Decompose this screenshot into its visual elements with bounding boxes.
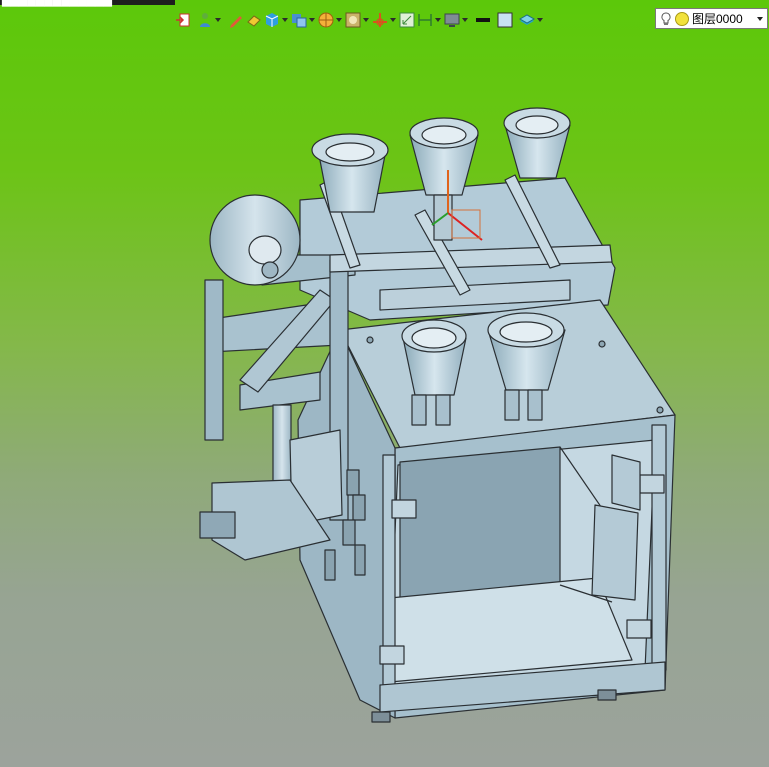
- render-icon: [345, 12, 361, 28]
- electrical-box-right: [591, 504, 639, 601]
- line-width-icon: [476, 18, 490, 22]
- fit-button[interactable]: [399, 9, 415, 31]
- caster-left: [371, 711, 391, 723]
- 3d-viewport[interactable]: [0, 0, 769, 767]
- inner-back-panel: [399, 446, 561, 599]
- caster-right: [597, 689, 617, 701]
- frame-post-right: [651, 424, 667, 671]
- views-icon: [292, 14, 307, 28]
- axis-button[interactable]: [372, 9, 397, 31]
- axis-icon: [373, 13, 387, 27]
- chevron-down-icon[interactable]: [280, 12, 289, 28]
- cube-icon: [265, 13, 279, 27]
- dimension-button[interactable]: [417, 9, 442, 31]
- display-icon: [444, 13, 460, 27]
- chevron-down-icon[interactable]: [535, 12, 544, 28]
- eraser-button[interactable]: [246, 9, 262, 31]
- layer-name: 图层0000: [692, 12, 743, 26]
- color-swatch-button[interactable]: [497, 9, 513, 31]
- chevron-down-icon[interactable]: [388, 12, 397, 28]
- import-button[interactable]: [175, 9, 191, 31]
- chevron-down-icon[interactable]: [334, 12, 343, 28]
- eraser-icon: [247, 15, 261, 27]
- layer-visibility-icon[interactable]: [675, 11, 689, 26]
- layers-button[interactable]: [519, 9, 544, 31]
- layer-selector[interactable]: 图层0000: [655, 8, 768, 29]
- dimension-icon: [418, 14, 432, 26]
- import-icon: [176, 13, 190, 27]
- person-button[interactable]: [197, 9, 222, 31]
- render-button[interactable]: [345, 9, 370, 31]
- machine-model[interactable]: [199, 107, 676, 723]
- chevron-down-icon[interactable]: [460, 12, 469, 28]
- views-button[interactable]: [291, 9, 316, 31]
- chevron-down-icon[interactable]: [213, 12, 222, 28]
- person-icon: [200, 13, 210, 27]
- fit-icon: [399, 12, 415, 28]
- chevron-down-icon[interactable]: [307, 12, 316, 28]
- display-button[interactable]: [444, 9, 469, 31]
- hopper-rear-right: [503, 107, 571, 179]
- layers-icon: [519, 14, 535, 25]
- line-width-button[interactable]: [475, 9, 491, 31]
- section-button[interactable]: [318, 9, 343, 31]
- lightbulb-icon[interactable]: [660, 11, 672, 26]
- color-swatch-icon: [497, 12, 513, 28]
- section-icon: [318, 12, 334, 28]
- chevron-down-icon[interactable]: [361, 12, 370, 28]
- chevron-down-icon[interactable]: [433, 12, 442, 28]
- cube-button[interactable]: [264, 9, 289, 31]
- pencil-icon: [230, 16, 242, 28]
- chevron-down-icon[interactable]: [753, 17, 767, 21]
- pencil-button[interactable]: [228, 9, 244, 31]
